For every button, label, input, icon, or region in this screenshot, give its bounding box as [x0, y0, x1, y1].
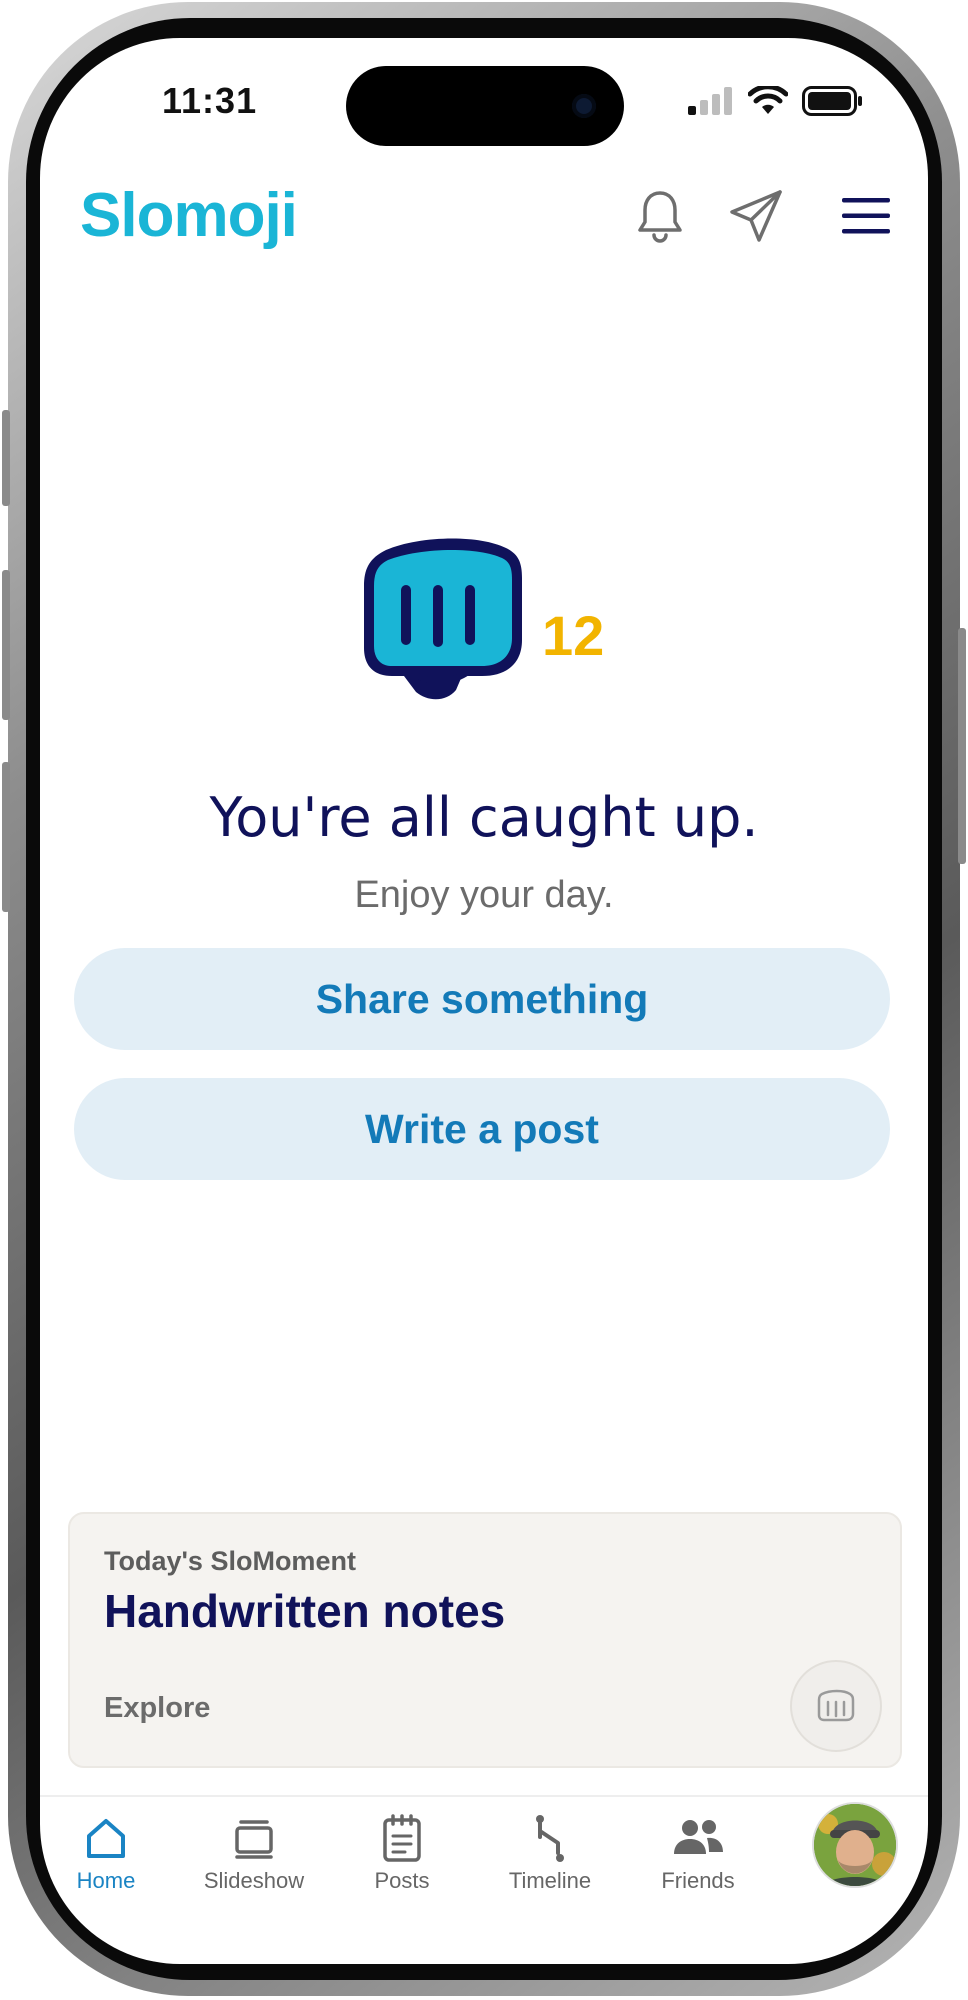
nav-slideshow[interactable]: Slideshow [184, 1810, 324, 1894]
battery-icon [802, 86, 864, 121]
action-button [2, 410, 10, 506]
nav-friends[interactable]: Friends [628, 1810, 768, 1894]
nav-timeline[interactable]: Timeline [480, 1810, 620, 1894]
slomoment-title: Handwritten notes [104, 1585, 506, 1637]
explore-link[interactable]: Explore [104, 1692, 210, 1725]
caught-up-title: You're all caught up. [209, 786, 759, 849]
share-something-button[interactable]: Share something [74, 948, 890, 1050]
nav-home-label: Home [76, 1868, 136, 1893]
dynamic-island [346, 66, 624, 146]
power-button [958, 628, 966, 864]
fist-bump-icon [358, 530, 528, 710]
status-time: 11:31 [162, 80, 258, 121]
volume-up-button [2, 570, 10, 720]
nav-friends-label: Friends [661, 1868, 735, 1893]
nav-home[interactable]: Home [40, 1810, 176, 1894]
slomoment-card[interactable]: Today's SloMoment Handwritten notes Expl… [68, 1512, 902, 1768]
status-icons [688, 84, 864, 121]
fist-bump-count: 12 [542, 604, 605, 667]
app-logo[interactable]: Slomoji [80, 180, 298, 251]
home-icon [87, 1819, 125, 1858]
paper-plane-icon[interactable] [726, 186, 786, 246]
slideshow-icon [235, 1820, 273, 1859]
nav-posts[interactable]: Posts [332, 1810, 472, 1894]
avatar[interactable] [812, 1802, 898, 1888]
nav-timeline-label: Timeline [508, 1868, 592, 1893]
hamburger-menu-icon[interactable] [836, 186, 896, 246]
wifi-icon [747, 84, 789, 121]
fist-bump-icon [817, 1689, 855, 1722]
caught-up-subtitle: Enjoy your day. [354, 874, 614, 916]
notepad-icon [383, 1814, 421, 1862]
bell-icon[interactable] [630, 186, 690, 246]
fist-bump-react-button[interactable] [790, 1660, 882, 1752]
volume-down-button [2, 762, 10, 912]
bottom-nav-divider [40, 1795, 928, 1797]
friends-icon [674, 1820, 723, 1854]
cellular-signal-icon [688, 87, 734, 120]
slomoment-eyebrow: Today's SloMoment [104, 1546, 356, 1576]
front-camera [572, 94, 596, 118]
timeline-icon [536, 1815, 564, 1862]
nav-slideshow-label: Slideshow [203, 1868, 305, 1893]
app-screen: 11:31 Slomoji 12 You're all caught up. E… [40, 38, 928, 1964]
nav-posts-label: Posts [374, 1868, 430, 1893]
write-post-button[interactable]: Write a post [74, 1078, 890, 1180]
